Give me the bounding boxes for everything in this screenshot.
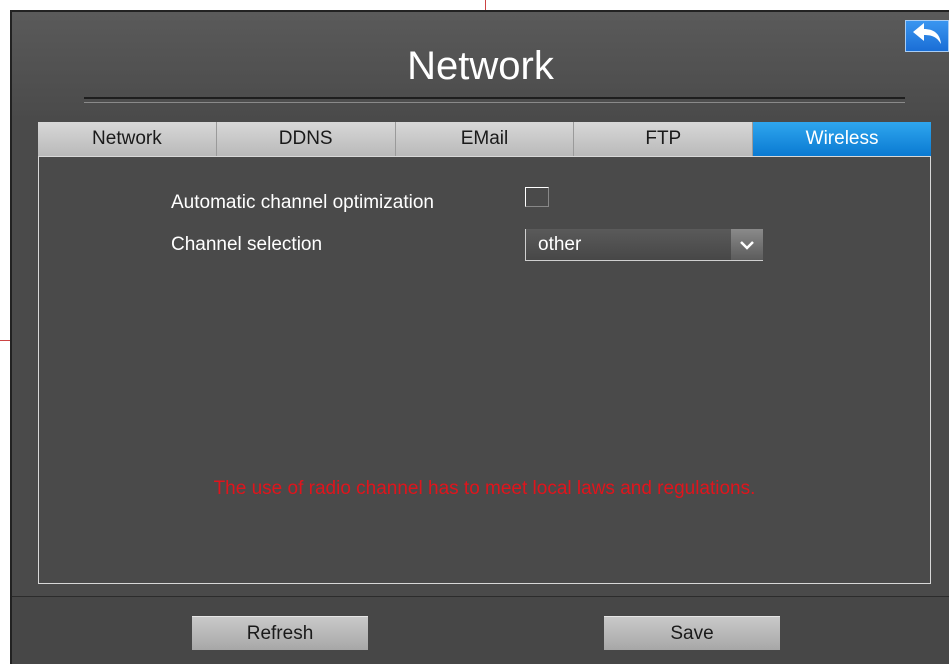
back-arrow-icon [911, 22, 943, 51]
header: Network [12, 12, 949, 120]
channel-select[interactable]: other [525, 229, 763, 261]
settings-window: Network Network DDNS EMail FTP Wireless … [10, 10, 949, 664]
tab-ftp[interactable]: FTP [574, 122, 754, 156]
tab-network[interactable]: Network [38, 122, 217, 156]
title-divider [84, 102, 905, 103]
page-title: Network [407, 44, 554, 88]
regulation-warning: The use of radio channel has to meet loc… [213, 478, 756, 499]
channel-select-value: other [538, 234, 582, 255]
save-button[interactable]: Save [604, 616, 780, 650]
auto-channel-label: Automatic channel optimization [171, 192, 434, 213]
guide-marker [0, 340, 10, 341]
tab-bar: Network DDNS EMail FTP Wireless [38, 122, 931, 156]
refresh-button[interactable]: Refresh [192, 616, 368, 650]
tab-wireless[interactable]: Wireless [753, 122, 931, 156]
auto-channel-checkbox[interactable] [525, 187, 549, 207]
chevron-down-icon[interactable] [731, 229, 763, 260]
wireless-settings-panel: Automatic channel optimization Channel s… [38, 156, 931, 584]
footer: Refresh Save [12, 596, 949, 664]
title-divider [84, 97, 905, 99]
channel-selection-label: Channel selection [171, 234, 323, 255]
tab-email[interactable]: EMail [396, 122, 575, 156]
back-button[interactable] [905, 20, 949, 52]
tab-ddns[interactable]: DDNS [217, 122, 396, 156]
